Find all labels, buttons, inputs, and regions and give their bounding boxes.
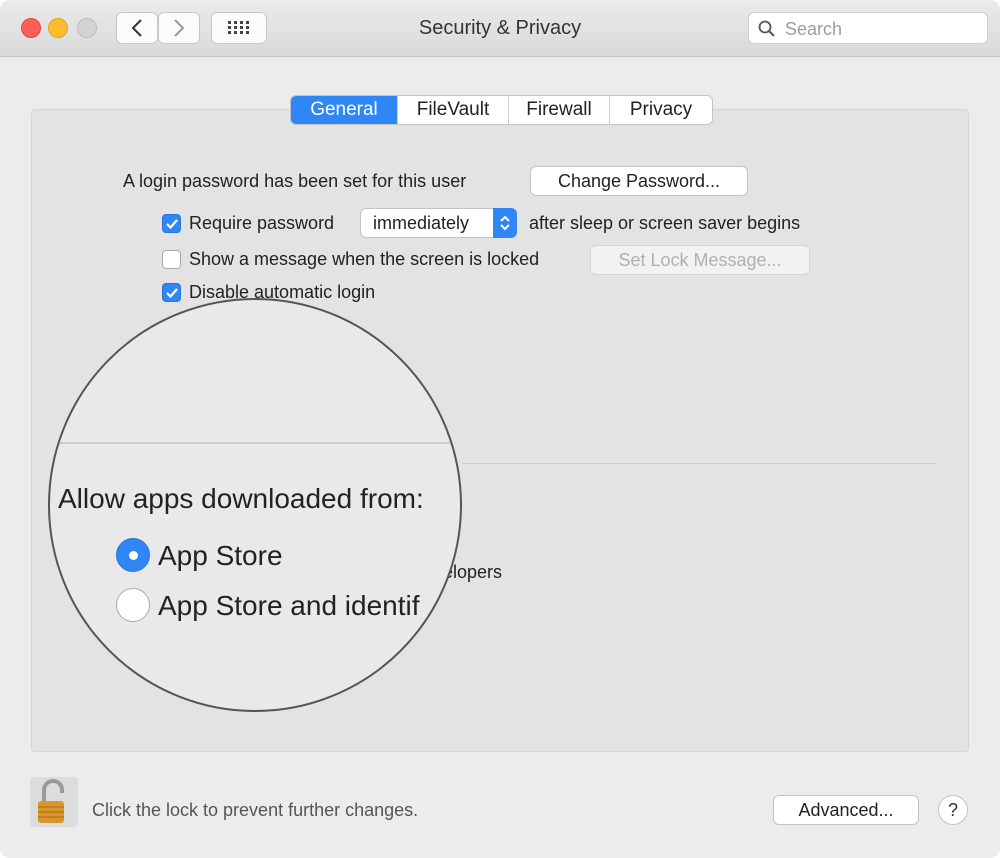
minimize-window-button[interactable] [48,18,68,38]
help-button[interactable]: ? [938,795,968,825]
window-title: Security & Privacy [418,17,582,39]
checkmark-icon [166,219,178,230]
magnified-divider [50,442,460,444]
tab-filevault[interactable]: FileVault [397,96,508,124]
grid-icon [228,21,249,34]
require-password-suffix: after sleep or screen saver begins [529,213,801,233]
title-bar: Security & Privacy [0,0,1000,57]
search-input[interactable] [783,17,983,41]
section-divider [462,463,936,464]
security-privacy-window: Security & Privacy General FileVault Fir… [0,0,1000,858]
lock-status-text: Click the lock to prevent further change… [92,800,419,820]
show-all-button[interactable] [211,12,267,44]
tab-bar: General FileVault Firewall Privacy [290,95,713,125]
close-window-button[interactable] [21,18,41,38]
app-store-identified-radio[interactable] [116,588,150,622]
forward-button[interactable] [158,12,200,44]
lock-icon[interactable] [30,777,78,827]
disable-auto-login-checkbox[interactable] [162,283,181,302]
app-store-identified-label: App Store and identif [158,590,420,621]
zoom-window-button[interactable] [77,18,97,38]
search-icon [758,20,775,37]
back-button[interactable] [116,12,158,44]
app-store-radio[interactable] [116,538,150,572]
select-arrows [493,208,517,238]
login-password-label: A login password has been set for this u… [123,171,467,191]
change-password-button[interactable]: Change Password... [530,166,748,196]
show-message-checkbox[interactable] [162,250,181,269]
tab-firewall[interactable]: Firewall [508,96,609,124]
advanced-button[interactable]: Advanced... [773,795,919,825]
show-message-label: Show a message when the screen is locked [189,249,540,269]
allow-apps-heading: Allow apps downloaded from: [58,483,424,514]
chevron-right-icon [174,19,185,37]
chevron-up-down-icon [500,215,510,231]
require-password-label: Require password [189,213,335,233]
require-password-select[interactable]: immediately [360,208,517,238]
tab-general[interactable]: General [291,96,397,124]
require-password-select-value: immediately [373,213,470,233]
require-password-checkbox[interactable] [162,214,181,233]
app-store-label: App Store [158,540,283,571]
set-lock-message-button[interactable]: Set Lock Message... [590,245,810,275]
tab-privacy[interactable]: Privacy [609,96,712,124]
checkmark-icon [166,288,178,299]
search-field[interactable] [748,12,988,44]
magnifier-circle: Allow apps downloaded from: App Store Ap… [48,298,462,712]
chevron-left-icon [131,19,142,37]
